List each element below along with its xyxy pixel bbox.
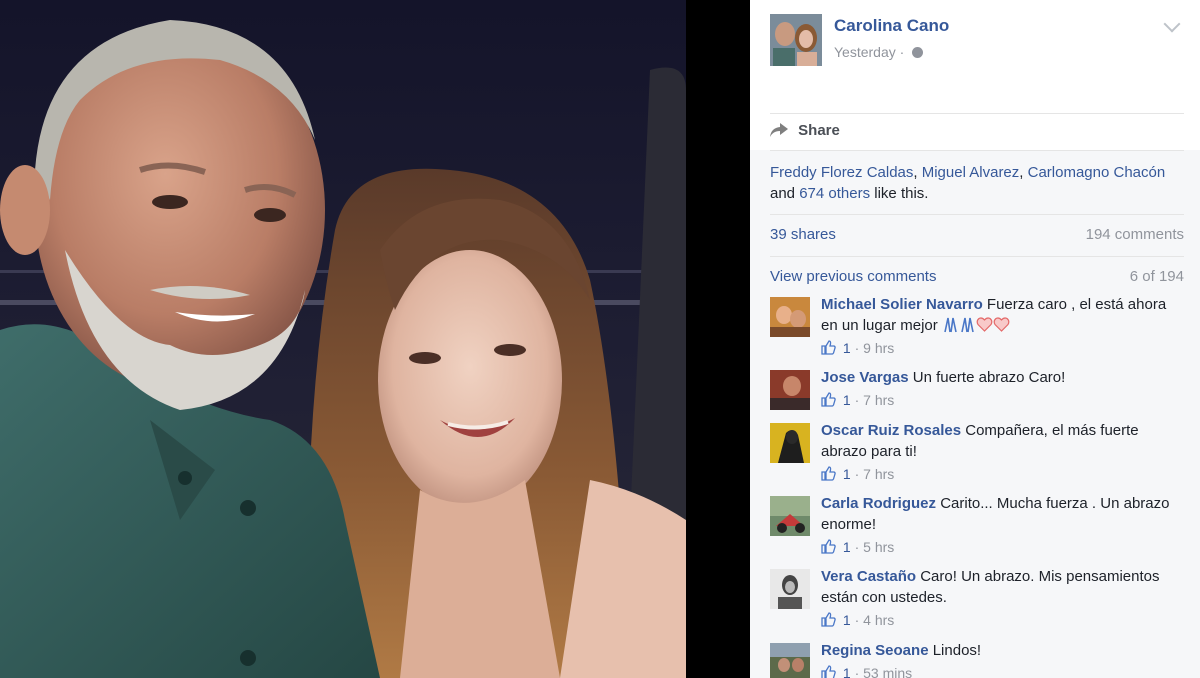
- comment-meta: 1 · 7 hrs: [821, 464, 1186, 485]
- divider: [770, 256, 1184, 257]
- commenter-name[interactable]: Vera Castaño: [821, 568, 916, 585]
- share-label: Share: [798, 122, 840, 139]
- liker-name[interactable]: Freddy Florez Caldas: [770, 164, 913, 181]
- chevron-down-icon[interactable]: [1163, 15, 1181, 33]
- commenter-avatar[interactable]: [770, 643, 810, 678]
- comment-meta: 1 · 53 mins: [821, 663, 1186, 678]
- divider: [770, 113, 1184, 114]
- post-header: Carolina Cano Yesterday ·: [770, 14, 1184, 74]
- divider: [770, 214, 1184, 215]
- heart-icon: [993, 317, 1010, 332]
- share-button[interactable]: Share: [770, 122, 840, 146]
- commenter-avatar[interactable]: [770, 297, 810, 337]
- comment-time[interactable]: 7 hrs: [863, 392, 894, 408]
- commenter-name[interactable]: Regina Seoane: [821, 642, 929, 659]
- comment-text: Lindos!: [932, 642, 982, 659]
- thumbs-up-icon[interactable]: [821, 340, 836, 355]
- comment-meta: 1 · 5 hrs: [821, 537, 1186, 558]
- heart-icon: [976, 317, 993, 332]
- comment-like-count[interactable]: 1: [843, 539, 851, 555]
- comment-meta: 1 · 4 hrs: [821, 610, 1186, 631]
- author-avatar[interactable]: [770, 14, 822, 66]
- comment-time[interactable]: 5 hrs: [863, 539, 894, 555]
- likes-others-link[interactable]: 674 others: [799, 185, 870, 202]
- shares-count[interactable]: 39 shares: [770, 226, 836, 243]
- comment-meta: 1 · 7 hrs: [821, 390, 1186, 411]
- photo-illustration: [0, 0, 686, 678]
- comment-like-count[interactable]: 1: [843, 665, 851, 678]
- gutter: [686, 0, 750, 678]
- liker-name[interactable]: Carlomagno Chacón: [1028, 164, 1166, 181]
- view-previous-row: View previous comments 6 of 194: [770, 268, 1184, 288]
- share-icon: [770, 123, 788, 137]
- comment-time[interactable]: 9 hrs: [863, 340, 894, 356]
- divider: [770, 150, 1184, 151]
- likes-sentence: Freddy Florez Caldas, Miguel Alvarez, Ca…: [770, 164, 1166, 202]
- post-stats: 39 shares 194 comments: [770, 226, 1184, 246]
- likes-suffix: like this.: [874, 185, 929, 202]
- post-meta: Yesterday ·: [834, 44, 924, 60]
- commenter-avatar[interactable]: [770, 370, 810, 410]
- comments-count[interactable]: 194 comments: [1086, 226, 1184, 243]
- post-side-panel: Carolina Cano Yesterday · Share Freddy F…: [750, 0, 1200, 678]
- post-time[interactable]: Yesterday: [834, 44, 896, 60]
- comment-like-count[interactable]: 1: [843, 466, 851, 482]
- commenter-name[interactable]: Michael Solier Navarro: [821, 296, 983, 313]
- comment-like-count[interactable]: 1: [843, 612, 851, 628]
- commenter-avatar[interactable]: [770, 423, 810, 463]
- commenter-name[interactable]: Carla Rodriguez: [821, 495, 936, 512]
- thumbs-up-icon[interactable]: [821, 665, 836, 678]
- commenter-avatar[interactable]: [770, 496, 810, 536]
- likes-and: and: [770, 185, 796, 202]
- thumbs-up-icon[interactable]: [821, 392, 836, 407]
- comment-meta: 1 · 9 hrs: [821, 338, 1186, 359]
- commenter-name[interactable]: Oscar Ruiz Rosales: [821, 422, 961, 439]
- view-previous-comments-link[interactable]: View previous comments: [770, 268, 936, 285]
- meta-separator: ·: [899, 44, 905, 60]
- globe-icon: [912, 47, 924, 58]
- thumbs-up-icon[interactable]: [821, 539, 836, 554]
- comment-text: Un fuerte abrazo Caro!: [912, 369, 1066, 386]
- liker-name[interactable]: Miguel Alvarez: [922, 164, 1020, 181]
- comment-time[interactable]: 53 mins: [863, 665, 912, 678]
- author-name[interactable]: Carolina Cano: [834, 16, 949, 36]
- comment-like-count[interactable]: 1: [843, 340, 851, 356]
- comment-time[interactable]: 4 hrs: [863, 612, 894, 628]
- praying-hands-icon: [944, 317, 957, 333]
- thumbs-up-icon[interactable]: [821, 466, 836, 481]
- comment-time[interactable]: 7 hrs: [863, 466, 894, 482]
- praying-hands-icon: [961, 317, 974, 333]
- comment-like-count[interactable]: 1: [843, 392, 851, 408]
- commenter-name[interactable]: Jose Vargas: [821, 369, 909, 386]
- post-photo[interactable]: [0, 0, 686, 678]
- commenter-avatar[interactable]: [770, 569, 810, 609]
- comment-page-count: 6 of 194: [1129, 268, 1184, 285]
- thumbs-up-icon[interactable]: [821, 612, 836, 627]
